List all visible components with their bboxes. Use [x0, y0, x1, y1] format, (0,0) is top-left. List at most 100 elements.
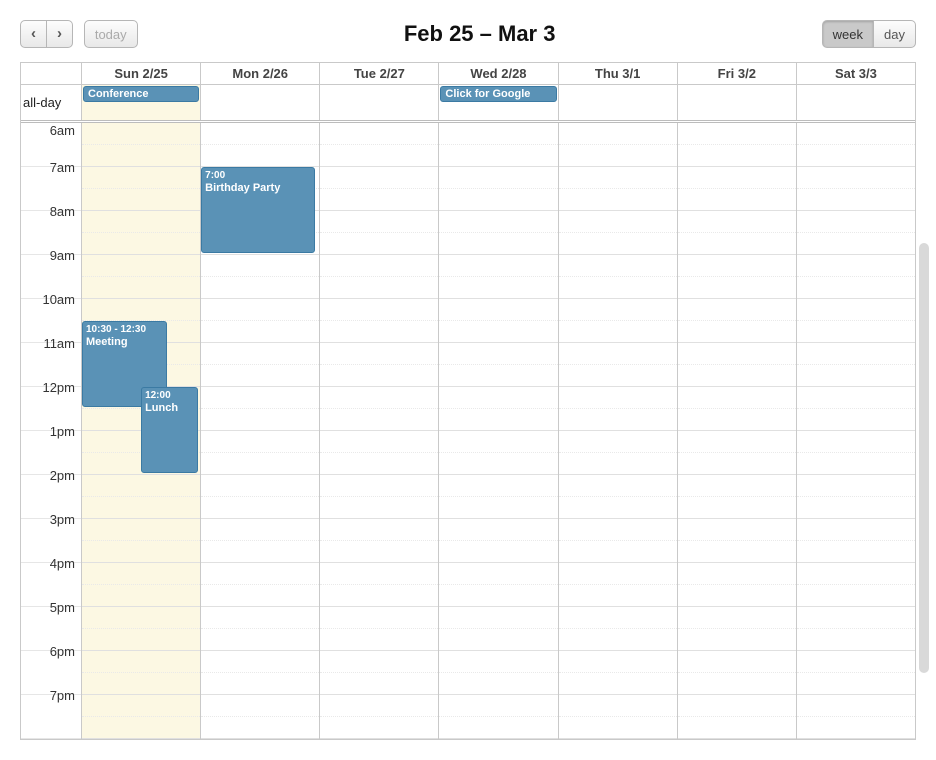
allday-event[interactable]: Conference — [83, 86, 199, 102]
time-slot[interactable] — [559, 145, 677, 167]
time-slot[interactable] — [797, 695, 915, 717]
time-slot[interactable] — [559, 541, 677, 563]
time-slot[interactable] — [678, 585, 796, 607]
time-slot[interactable] — [320, 519, 438, 541]
time-slot[interactable] — [678, 211, 796, 233]
time-slot[interactable] — [678, 387, 796, 409]
time-slot[interactable] — [439, 607, 557, 629]
time-slot[interactable] — [320, 717, 438, 739]
time-slot[interactable] — [320, 167, 438, 189]
time-slot[interactable] — [797, 541, 915, 563]
calendar-event[interactable]: 7:00Birthday Party — [201, 167, 314, 253]
time-slot[interactable] — [678, 343, 796, 365]
time-slot[interactable] — [678, 145, 796, 167]
time-slot[interactable] — [82, 629, 200, 651]
time-slot[interactable] — [797, 255, 915, 277]
time-slot[interactable] — [678, 519, 796, 541]
day-header[interactable]: Thu 3/1 — [558, 63, 677, 84]
time-slot[interactable] — [559, 651, 677, 673]
time-slot[interactable] — [82, 167, 200, 189]
time-slot[interactable] — [559, 717, 677, 739]
time-slot[interactable] — [439, 453, 557, 475]
time-slot[interactable] — [439, 123, 557, 145]
time-slot[interactable] — [439, 475, 557, 497]
time-slot[interactable] — [797, 145, 915, 167]
time-slot[interactable] — [320, 343, 438, 365]
time-slot[interactable] — [797, 519, 915, 541]
time-slot[interactable] — [797, 211, 915, 233]
time-slot[interactable] — [797, 607, 915, 629]
day-column[interactable] — [319, 123, 438, 739]
time-slot[interactable] — [559, 387, 677, 409]
time-slot[interactable] — [678, 167, 796, 189]
allday-cell[interactable]: Click for Google — [438, 85, 557, 120]
time-slot[interactable] — [82, 277, 200, 299]
time-slot[interactable] — [559, 255, 677, 277]
time-slot[interactable] — [678, 189, 796, 211]
day-column[interactable] — [558, 123, 677, 739]
time-slot[interactable] — [82, 255, 200, 277]
time-slot[interactable] — [82, 651, 200, 673]
time-slot[interactable] — [320, 673, 438, 695]
time-slot[interactable] — [82, 607, 200, 629]
time-slot[interactable] — [678, 321, 796, 343]
time-slot[interactable] — [559, 343, 677, 365]
prev-button[interactable]: ‹ — [20, 20, 47, 48]
time-slot[interactable] — [559, 585, 677, 607]
time-slot[interactable] — [320, 365, 438, 387]
day-column[interactable]: 7:00Birthday Party — [200, 123, 319, 739]
time-slot[interactable] — [320, 145, 438, 167]
time-slot[interactable] — [797, 233, 915, 255]
time-slot[interactable] — [439, 695, 557, 717]
time-slot[interactable] — [559, 123, 677, 145]
today-button[interactable]: today — [84, 20, 138, 48]
time-slot[interactable] — [678, 123, 796, 145]
time-slot[interactable] — [201, 431, 319, 453]
time-slot[interactable] — [320, 409, 438, 431]
time-slot[interactable] — [678, 607, 796, 629]
time-slot[interactable] — [797, 365, 915, 387]
time-slot[interactable] — [439, 651, 557, 673]
time-slot[interactable] — [82, 585, 200, 607]
time-slot[interactable] — [559, 475, 677, 497]
day-column[interactable] — [438, 123, 557, 739]
time-slot[interactable] — [439, 497, 557, 519]
time-slot[interactable] — [678, 431, 796, 453]
time-slot[interactable] — [439, 387, 557, 409]
time-slot[interactable] — [678, 409, 796, 431]
day-header[interactable]: Sun 2/25 — [81, 63, 200, 84]
time-slot[interactable] — [559, 695, 677, 717]
time-slot[interactable] — [201, 277, 319, 299]
time-slot[interactable] — [678, 497, 796, 519]
time-slot[interactable] — [439, 321, 557, 343]
time-slot[interactable] — [201, 409, 319, 431]
time-slot[interactable] — [797, 585, 915, 607]
time-slot[interactable] — [201, 343, 319, 365]
time-slot[interactable] — [678, 233, 796, 255]
time-slot[interactable] — [82, 211, 200, 233]
day-header[interactable]: Tue 2/27 — [319, 63, 438, 84]
time-slot[interactable] — [797, 497, 915, 519]
time-slot[interactable] — [678, 365, 796, 387]
calendar-event[interactable]: 12:00Lunch — [141, 387, 198, 473]
time-slot[interactable] — [439, 585, 557, 607]
time-slot[interactable] — [678, 717, 796, 739]
time-slot[interactable] — [320, 123, 438, 145]
time-slot[interactable] — [797, 167, 915, 189]
time-slot[interactable] — [82, 299, 200, 321]
time-slot[interactable] — [797, 431, 915, 453]
time-slot[interactable] — [201, 365, 319, 387]
time-slot[interactable] — [320, 541, 438, 563]
time-slot[interactable] — [439, 277, 557, 299]
time-slot[interactable] — [439, 673, 557, 695]
time-slot[interactable] — [201, 497, 319, 519]
time-slot[interactable] — [201, 717, 319, 739]
time-slot[interactable] — [201, 387, 319, 409]
time-slot[interactable] — [320, 607, 438, 629]
allday-cell[interactable]: Conference — [81, 85, 200, 120]
time-slot[interactable] — [797, 189, 915, 211]
time-slot[interactable] — [678, 651, 796, 673]
time-slot[interactable] — [439, 145, 557, 167]
time-slot[interactable] — [201, 651, 319, 673]
time-slot[interactable] — [82, 541, 200, 563]
